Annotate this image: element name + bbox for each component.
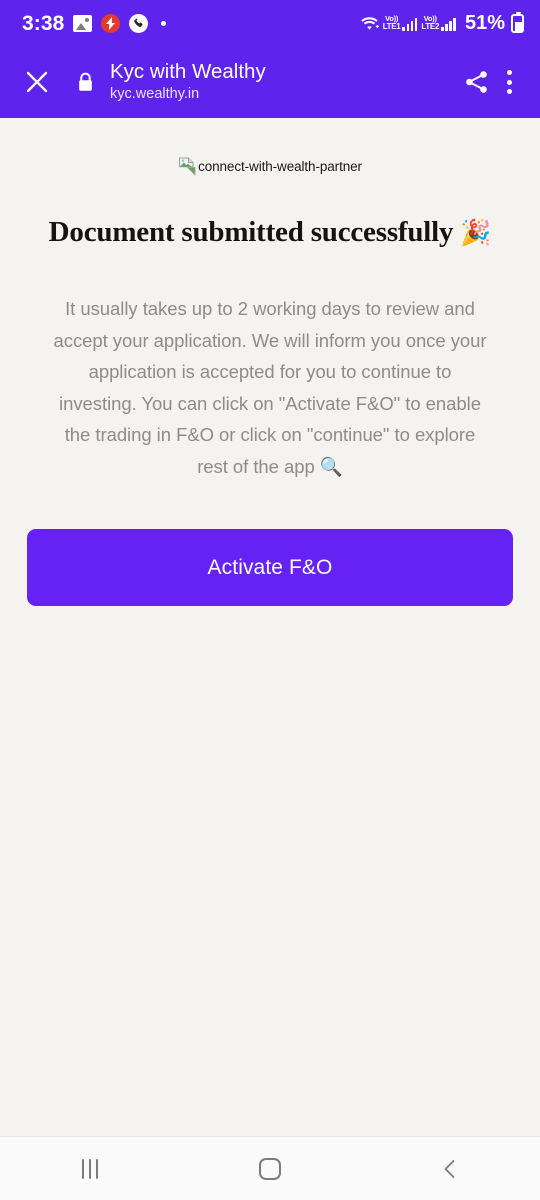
sim1-signal-bars-icon	[402, 17, 418, 31]
sim2-volte-label: Vo)) LTE2	[421, 15, 439, 31]
status-bar-left: 3:38	[22, 11, 167, 35]
status-time: 3:38	[22, 11, 65, 35]
sim1-indicator: Vo)) LTE1	[383, 15, 418, 31]
sim1-volte-label: Vo)) LTE1	[383, 15, 401, 31]
lock-icon	[77, 72, 94, 93]
overflow-menu-icon	[506, 68, 512, 96]
battery-percent: 51%	[464, 12, 505, 34]
close-button[interactable]	[20, 65, 54, 99]
party-popper-emoji-icon: 🎉	[460, 220, 492, 247]
page-identity: Kyc with Wealthy kyc.wealthy.in	[110, 60, 458, 104]
wifi-icon	[360, 16, 379, 31]
page-url: kyc.wealthy.in	[110, 85, 200, 102]
success-heading: Document submitted successfully 🎉	[0, 216, 540, 249]
recents-icon	[82, 1158, 98, 1179]
success-heading-text: Document submitted successfully	[48, 216, 454, 248]
battery-charging-icon	[511, 11, 524, 33]
dot-indicator-icon	[161, 20, 167, 26]
sim2-indicator: Vo)) LTE2	[421, 15, 456, 31]
broken-image-alt-text: connect-with-wealth-partner	[198, 159, 362, 174]
back-icon	[444, 1159, 455, 1178]
status-bar: 3:38 Vo)) LTE1 Vo)) LTE2 51%	[0, 0, 540, 46]
home-icon	[259, 1157, 281, 1180]
recents-button[interactable]	[0, 1137, 180, 1200]
share-icon	[466, 71, 487, 93]
share-button[interactable]	[458, 63, 496, 101]
close-icon	[26, 71, 48, 93]
success-description: It usually takes up to 2 working days to…	[53, 298, 487, 477]
browser-app-bar: Kyc with Wealthy kyc.wealthy.in	[0, 46, 540, 118]
overflow-menu-button[interactable]	[496, 63, 522, 101]
cta-container: Activate F&O	[0, 529, 540, 606]
sim1-volte-bottom: LTE1	[382, 21, 401, 31]
broken-image-icon	[178, 157, 197, 176]
page-content: connect-with-wealth-partner Document sub…	[0, 118, 540, 1136]
activate-fno-button[interactable]: Activate F&O	[27, 529, 513, 606]
back-button[interactable]	[360, 1137, 540, 1200]
phone-screen: 3:38 Vo)) LTE1 Vo)) LTE2 51% Kyc with We…	[0, 0, 540, 1200]
home-button[interactable]	[180, 1137, 360, 1200]
sim2-volte-bottom: LTE2	[421, 21, 440, 31]
status-bar-right: Vo)) LTE1 Vo)) LTE2 51%	[360, 11, 524, 34]
system-navigation-bar	[0, 1136, 540, 1200]
page-title: Kyc with Wealthy	[110, 59, 266, 83]
flash-alert-icon	[101, 13, 121, 33]
image-icon	[73, 14, 93, 32]
broken-image-block: connect-with-wealth-partner	[0, 157, 540, 176]
sim2-signal-bars-icon	[441, 17, 456, 31]
call-icon	[129, 13, 149, 33]
